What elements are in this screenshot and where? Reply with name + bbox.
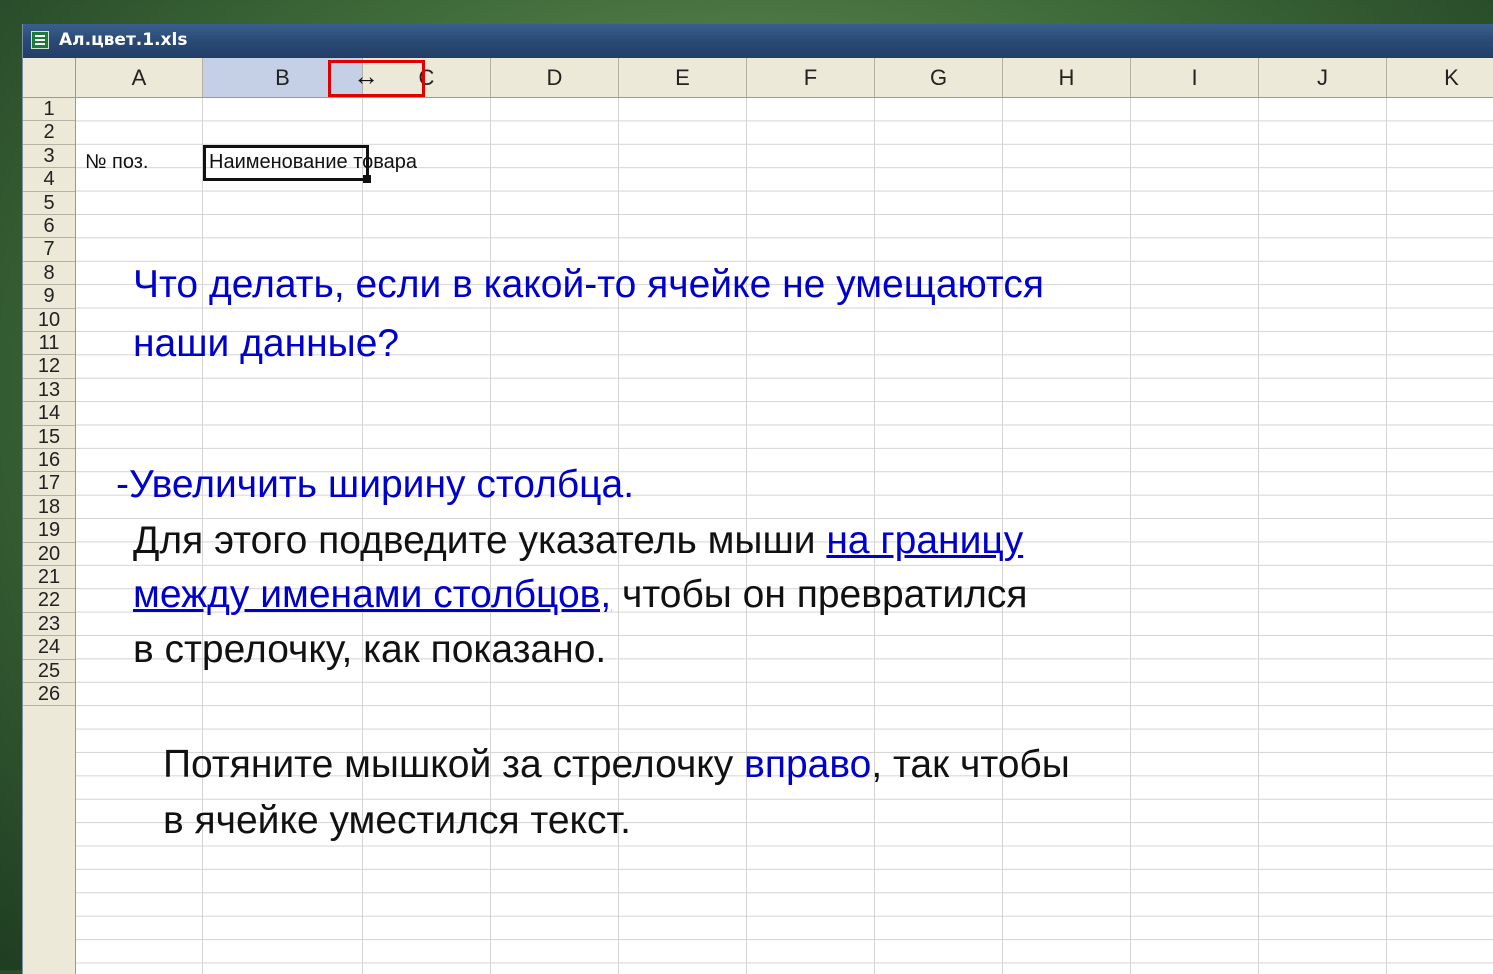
instruction-text: Для этого подведите указатель мыши bbox=[133, 519, 827, 562]
row-header-24[interactable]: 24 bbox=[23, 636, 75, 660]
row-header-14[interactable]: 14 bbox=[23, 402, 75, 426]
row-header-19[interactable]: 19 bbox=[23, 519, 75, 543]
instruction-line-1: Для этого подведите указатель мыши на гр… bbox=[133, 518, 1023, 564]
row-header-13[interactable]: 13 bbox=[23, 379, 75, 403]
window-title: Ал.цвет.1.xls bbox=[59, 30, 188, 50]
instruction-text: чтобы он превратился bbox=[611, 573, 1028, 616]
question-line-1: Что делать, если в какой-то ячейке не ум… bbox=[133, 263, 1044, 306]
pull-text: Потяните мышкой за стрелочку bbox=[163, 743, 745, 786]
question-line-2: наши данные? bbox=[133, 322, 400, 365]
column-header-e[interactable]: E bbox=[619, 58, 747, 97]
row-header-25[interactable]: 25 bbox=[23, 660, 75, 683]
column-header-a[interactable]: A bbox=[76, 58, 203, 97]
row-header-5[interactable]: 5 bbox=[23, 192, 75, 215]
excel-file-icon bbox=[31, 31, 49, 49]
row-header-2[interactable]: 2 bbox=[23, 121, 75, 145]
excel-window: Ал.цвет.1.xls ABCDEFGHIJK 1 2 3 4 5 6 7 8 9 10 11 1… bbox=[22, 24, 1493, 974]
row-header-8[interactable]: 8 bbox=[23, 262, 75, 286]
column-border-link[interactable]: на границу bbox=[826, 519, 1023, 562]
column-header-k[interactable]: K bbox=[1387, 58, 1493, 97]
title-bar: Ал.цвет.1.xls bbox=[23, 24, 1493, 58]
row-header-1[interactable]: 1 bbox=[23, 98, 75, 122]
row-header-11[interactable]: 11 bbox=[23, 332, 75, 356]
instruction-line-3: в стрелочку, как показано. bbox=[133, 628, 607, 671]
column-names-link[interactable]: между именами столбцов, bbox=[133, 573, 611, 616]
column-header-i[interactable]: I bbox=[1131, 58, 1259, 97]
row-header-20[interactable]: 20 bbox=[23, 543, 75, 566]
column-header-j[interactable]: J bbox=[1259, 58, 1387, 97]
pull-line-2: в ячейке уместился текст. bbox=[163, 799, 631, 842]
cell-a3[interactable]: № поз. bbox=[85, 151, 148, 174]
row-header-18[interactable]: 18 bbox=[23, 496, 75, 520]
row-header-16[interactable]: 16 bbox=[23, 449, 75, 473]
select-all-corner[interactable] bbox=[23, 58, 76, 98]
direction-highlight: вправо bbox=[744, 743, 872, 786]
row-header-6[interactable]: 6 bbox=[23, 215, 75, 239]
row-header-23[interactable]: 23 bbox=[23, 613, 75, 637]
column-header-f[interactable]: F bbox=[747, 58, 875, 97]
row-header-17[interactable]: 17 bbox=[23, 472, 75, 496]
column-header-d[interactable]: D bbox=[491, 58, 619, 97]
pull-line-1: Потяните мышкой за стрелочку вправо, так… bbox=[163, 742, 1070, 788]
cell-b3: Наименование товара bbox=[209, 151, 418, 173]
row-header-12[interactable]: 12 bbox=[23, 355, 75, 379]
row-header-9[interactable]: 9 bbox=[23, 285, 75, 309]
column-header-h[interactable]: H bbox=[1003, 58, 1131, 97]
fill-handle[interactable] bbox=[363, 175, 371, 183]
row-header-10[interactable]: 10 bbox=[23, 309, 75, 332]
column-header-bar: ABCDEFGHIJK bbox=[76, 58, 1493, 98]
pull-text: , так чтобы bbox=[871, 743, 1070, 786]
row-header-bar: 1 2 3 4 5 6 7 8 9 10 11 12 13 14 15 16 17 18 19 20 21 22 23 24 2… bbox=[23, 98, 76, 974]
instruction-line-2: между именами столбцов, чтобы он преврат… bbox=[133, 572, 1028, 618]
answer-text: -Увеличить ширину столбца. bbox=[116, 463, 635, 506]
row-header-3[interactable]: 3 bbox=[23, 145, 75, 169]
row-header-26[interactable]: 26 bbox=[23, 683, 75, 707]
row-header-7[interactable]: 7 bbox=[23, 238, 75, 262]
column-header-g[interactable]: G bbox=[875, 58, 1003, 97]
row-header-21[interactable]: 21 bbox=[23, 566, 75, 590]
row-header-4[interactable]: 4 bbox=[23, 168, 75, 192]
row-header-15[interactable]: 15 bbox=[23, 426, 75, 449]
row-header-22[interactable]: 22 bbox=[23, 589, 75, 613]
column-resize-cursor[interactable]: ↔ bbox=[353, 63, 379, 89]
